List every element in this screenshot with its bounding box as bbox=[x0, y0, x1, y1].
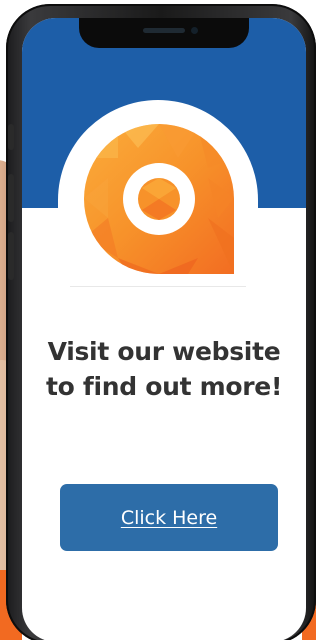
front-camera bbox=[191, 27, 198, 34]
logo-divider bbox=[70, 286, 246, 287]
phone-screen: Visit our website to find out more! Clic… bbox=[22, 18, 306, 640]
headline: Visit our website to find out more! bbox=[22, 334, 306, 404]
stage: Visit our website to find out more! Clic… bbox=[0, 0, 316, 640]
click-here-label[interactable]: Click Here bbox=[121, 507, 217, 529]
phone-frame: Visit our website to find out more! Clic… bbox=[6, 4, 316, 640]
orange-a-logo-icon bbox=[84, 124, 234, 274]
phone-notch bbox=[79, 18, 249, 48]
headline-line-2: to find out more! bbox=[45, 372, 283, 401]
phone-mute-switch bbox=[8, 124, 14, 150]
click-here-button[interactable]: Click Here bbox=[60, 484, 278, 551]
headline-line-1: Visit our website bbox=[47, 337, 281, 366]
phone-volume-up bbox=[8, 174, 14, 222]
speaker-grille bbox=[143, 28, 185, 33]
phone-volume-down bbox=[8, 232, 14, 280]
